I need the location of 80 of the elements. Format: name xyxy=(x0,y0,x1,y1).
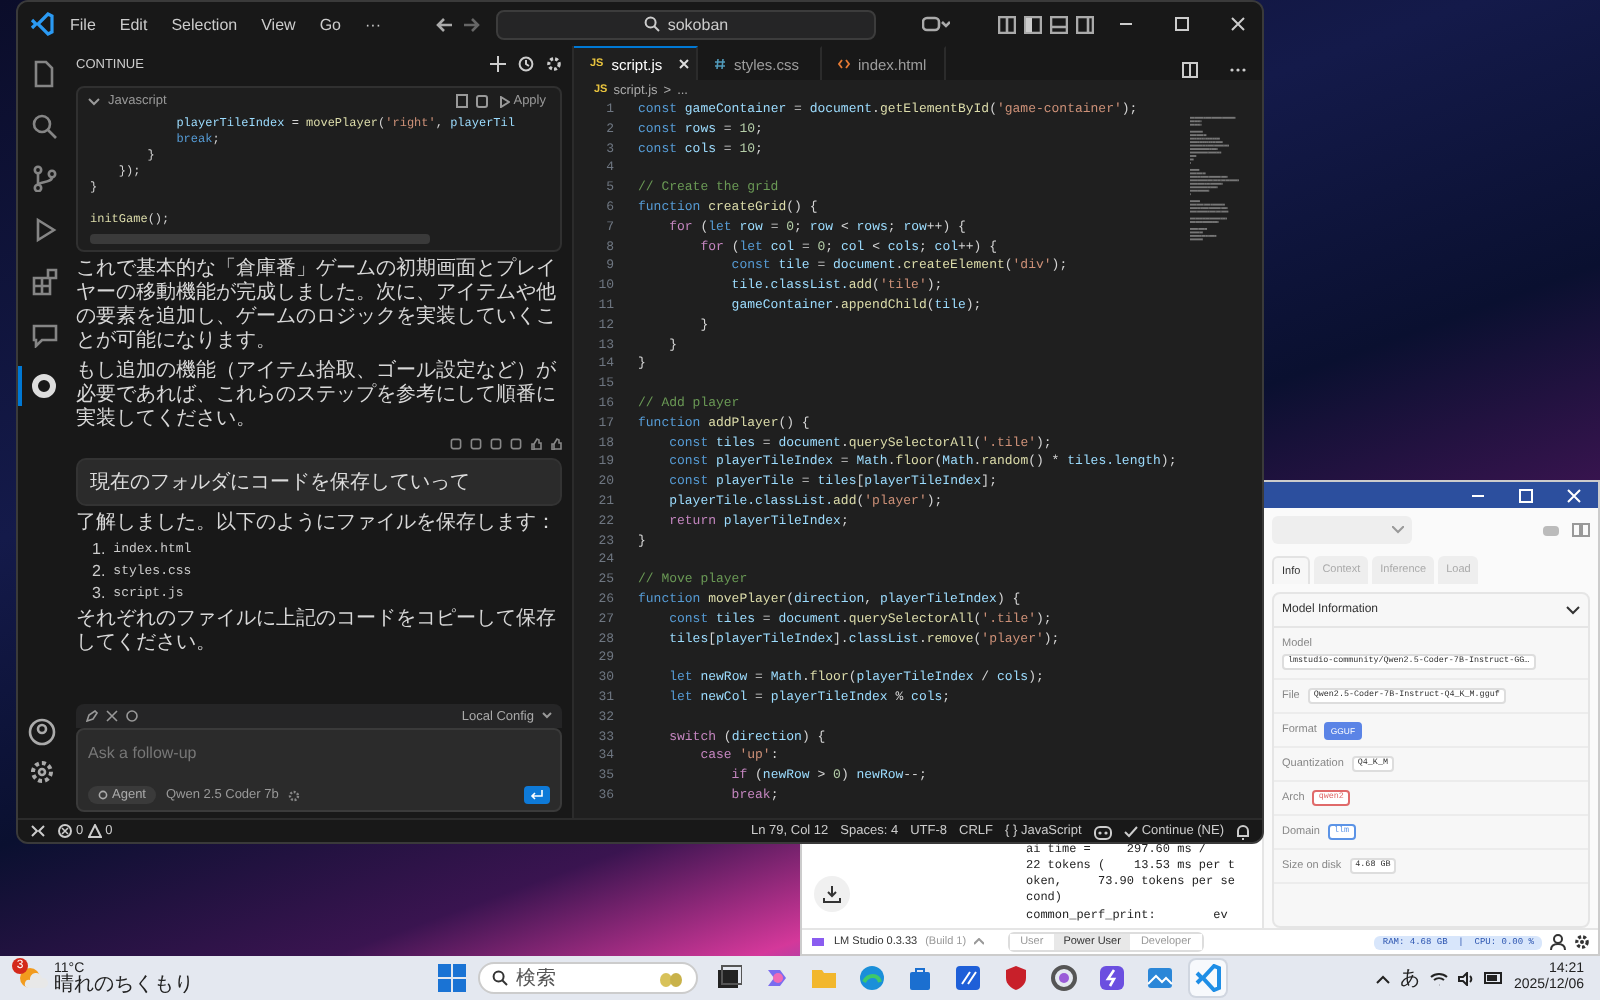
pencil-icon[interactable] xyxy=(86,710,98,722)
ring-icon xyxy=(1050,964,1078,992)
files-icon[interactable] xyxy=(30,60,58,88)
slash-tile-icon xyxy=(954,964,982,992)
start-icon[interactable] xyxy=(438,964,466,992)
book-icon[interactable] xyxy=(1572,522,1590,538)
search-input[interactable]: 検索 xyxy=(516,967,616,989)
forward-arrow-icon[interactable] xyxy=(461,17,480,31)
search-icon xyxy=(492,970,508,986)
menu-item[interactable]: View xyxy=(253,11,304,37)
search-field[interactable]: 検索 xyxy=(478,962,698,994)
user-message: 現在のフォルダにコードを保存していって xyxy=(76,458,562,506)
plus-icon[interactable] xyxy=(490,56,506,72)
layout-icon[interactable] xyxy=(997,15,1016,33)
menu-item[interactable]: Go xyxy=(311,11,349,37)
enter-icon xyxy=(530,790,544,800)
code-editor-icon xyxy=(1194,964,1222,992)
hash-icon xyxy=(714,58,726,70)
input-mode[interactable]: あ xyxy=(1399,964,1420,992)
list-number: 3. xyxy=(92,583,106,601)
warning-icon xyxy=(87,824,102,838)
back-arrow-icon[interactable] xyxy=(435,17,454,31)
chevron-icon[interactable] xyxy=(1566,605,1580,615)
sidebar-icon[interactable] xyxy=(1023,15,1042,33)
download-button[interactable] xyxy=(814,876,850,912)
secondary-sidebar-icon[interactable] xyxy=(1075,15,1094,33)
lightning-tile-icon xyxy=(1098,964,1126,992)
search-icon[interactable] xyxy=(30,112,58,140)
branch-icon[interactable] xyxy=(30,164,58,192)
caret-icon[interactable] xyxy=(974,938,985,946)
history-icon[interactable] xyxy=(518,56,534,72)
caret-icon xyxy=(1392,526,1404,534)
play-icon xyxy=(499,95,510,107)
account-icon[interactable] xyxy=(28,718,56,746)
blocks-icon[interactable] xyxy=(30,268,58,296)
chevron-icon[interactable] xyxy=(88,97,100,105)
wifi-icon[interactable] xyxy=(1429,971,1448,985)
menu-item[interactable]: ··· xyxy=(356,11,389,37)
send-button[interactable] xyxy=(524,786,550,804)
window-stack-icon xyxy=(714,964,742,992)
wave-icon xyxy=(858,964,886,992)
reply-text: もし追加の機能（アイテム拾取、ゴール設定など）が必要であれば、これらのステップを参考にして順番に実装してください。 xyxy=(76,360,558,432)
shopping-bag-icon xyxy=(906,964,934,992)
settings-icon[interactable] xyxy=(28,758,56,786)
sun-cloud-icon[interactable] xyxy=(16,962,48,994)
caret-icon[interactable] xyxy=(542,712,552,720)
vscode-logo-icon xyxy=(30,12,54,36)
close-icon[interactable] xyxy=(678,58,691,70)
menu-item[interactable]: File xyxy=(62,11,104,37)
user-icon[interactable] xyxy=(1550,934,1566,950)
maximize-icon[interactable] xyxy=(1173,16,1190,32)
error-icon xyxy=(58,824,72,838)
reply-text: 了解しました。以下のようにファイルを保存します： xyxy=(76,512,558,536)
weather-condition: 晴れのちくもり xyxy=(54,975,194,995)
search-text: sokoban xyxy=(667,15,729,33)
panel-icon[interactable] xyxy=(1049,15,1068,33)
shield-icon xyxy=(1002,964,1030,992)
chat-icon[interactable] xyxy=(30,320,58,348)
search-field[interactable]: sokoban xyxy=(495,9,876,39)
angle-brackets-icon xyxy=(838,58,850,70)
ring-icon[interactable] xyxy=(30,372,58,400)
bell-icon[interactable] xyxy=(1236,823,1250,839)
menu-item[interactable]: Selection xyxy=(163,11,246,37)
split-editor-icon[interactable] xyxy=(1182,62,1198,78)
menu-item[interactable]: Edit xyxy=(111,11,156,37)
speaker-icon[interactable] xyxy=(1457,971,1474,985)
settings-icon[interactable] xyxy=(1574,934,1590,950)
battery-icon[interactable] xyxy=(1483,972,1504,984)
thumbs-up-icon[interactable] xyxy=(530,438,542,450)
search-icon xyxy=(643,16,660,32)
close-icon[interactable] xyxy=(1229,16,1246,32)
check-icon xyxy=(1123,825,1138,837)
reply-text: これで基本的な「倉庫番」ゲームの初期画面とプレイヤーの移動機能が完成しました。次に、アイテムや他の要素を追加し、ゲームのロジックを実装していくことが可能になります。 xyxy=(76,258,558,354)
download-icon xyxy=(822,884,842,904)
landscape-icon xyxy=(1146,964,1174,992)
chevron-up-icon[interactable] xyxy=(1375,973,1390,983)
list-number: 2. xyxy=(92,561,106,579)
reply-text: それぞれのファイルに上記のコードをコピーして保存してください。 xyxy=(76,608,558,656)
folder-icon xyxy=(810,964,838,992)
list-number: 1. xyxy=(92,539,106,557)
